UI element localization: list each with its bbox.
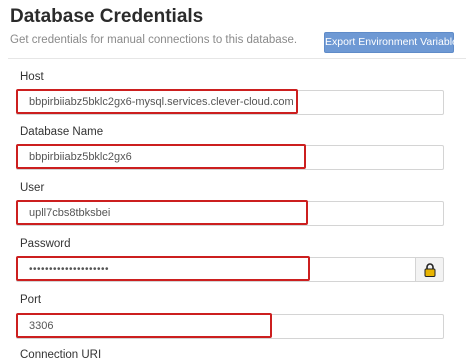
password-highlight <box>16 256 310 281</box>
export-environment-variables-button[interactable]: Export Environment Variables <box>324 32 463 53</box>
lock-icon <box>424 263 436 277</box>
password-label: Password <box>20 238 71 250</box>
host-label: Host <box>20 71 44 83</box>
port-highlight <box>16 313 272 338</box>
port-label: Port <box>20 294 42 306</box>
user-label: User <box>20 182 45 194</box>
database-name-highlight <box>16 144 306 169</box>
page-title: Database Credentials <box>10 6 204 27</box>
page-subtitle: Get credentials for manual connections t… <box>10 34 298 46</box>
divider <box>8 58 466 59</box>
host-highlight <box>16 89 298 114</box>
reveal-password-button[interactable] <box>416 257 444 282</box>
connection-uri-label: Connection URI <box>20 349 102 360</box>
database-name-label: Database Name <box>20 126 104 138</box>
user-highlight <box>16 200 308 225</box>
